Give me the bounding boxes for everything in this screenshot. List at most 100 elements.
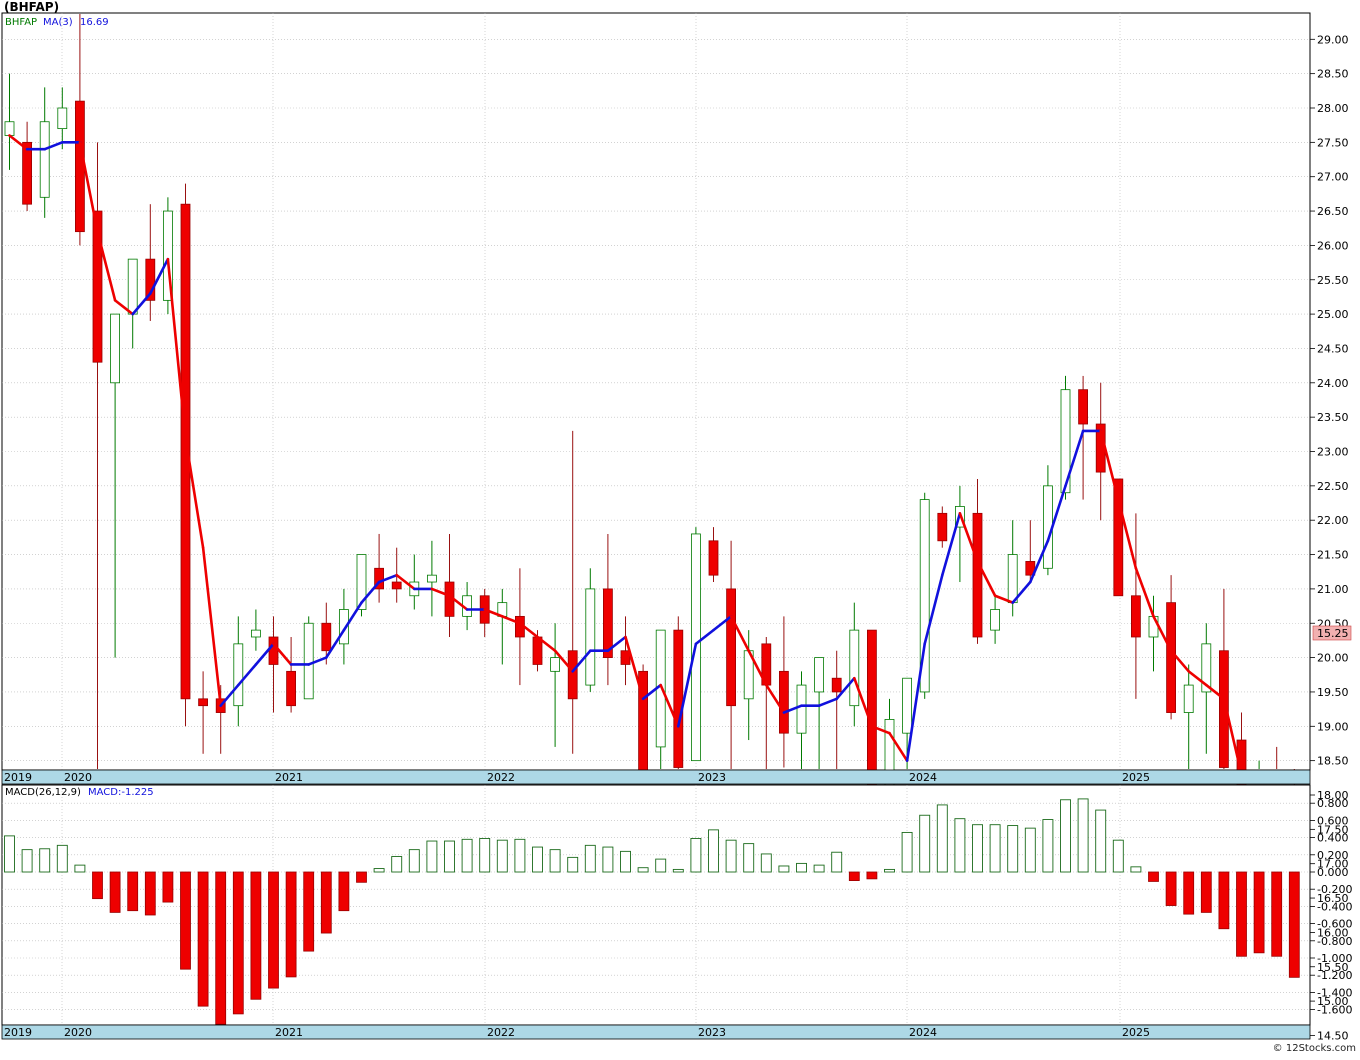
legend-ma-value: 16.69 [80, 17, 109, 28]
macd-bar-positive [496, 839, 508, 873]
macd-bar-positive [1024, 827, 1036, 873]
macd-bar-negative [180, 871, 191, 970]
macd-bar-positive [708, 829, 719, 873]
price-tick-label: 25.50 [1317, 274, 1349, 287]
macd-bar-positive [620, 850, 631, 873]
macd-tick-label: -0.600 [1317, 918, 1352, 931]
macd-bar-positive [760, 853, 772, 873]
macd-bar-positive [426, 840, 438, 873]
macd-bar-negative [92, 871, 103, 900]
candle-body [902, 677, 912, 734]
macd-bar-negative [215, 871, 227, 1025]
stock-chart: (BHFAP) 13.5014.0014.5015.0015.5016.0016… [0, 0, 1360, 1056]
macd-bar-positive [479, 838, 491, 873]
macd-bar-negative [1200, 871, 1212, 913]
price-tick-label: 27.50 [1317, 136, 1349, 149]
macd-year-label: 2024 [909, 1026, 937, 1039]
macd-bar-negative [127, 871, 139, 912]
candle-body [567, 650, 578, 700]
candle-body [972, 512, 983, 638]
macd-bar-positive [4, 835, 15, 873]
macd-bar-negative [1253, 871, 1265, 954]
last-price-label: 15.25 [1317, 627, 1349, 640]
macd-bar-negative [109, 871, 121, 913]
macd-bar-positive [56, 844, 68, 873]
candle-body [268, 636, 279, 665]
macd-bar-negative [1288, 871, 1300, 978]
price-tick-label: 29.00 [1317, 33, 1349, 46]
macd-bar-negative [162, 871, 174, 903]
candle-body [110, 313, 120, 384]
candle-body [726, 588, 736, 707]
price-tick-label: 20.00 [1317, 652, 1349, 665]
macd-bar-positive [831, 851, 843, 873]
macd-bar-positive [954, 818, 966, 873]
chart-root: (BHFAP) 13.5014.0014.5015.0015.5016.0016… [0, 0, 1360, 1060]
macd-tick-label: 0.400 [1317, 832, 1349, 845]
price-year-label: 2025 [1122, 771, 1150, 784]
price-time-axis [1, 769, 1311, 785]
candle-body [796, 684, 807, 734]
candle-body [57, 107, 68, 130]
chart-title: (BHFAP) [4, 0, 59, 14]
candle-body [708, 540, 719, 576]
macd-bar-positive [672, 868, 684, 873]
candle-body [1166, 602, 1176, 713]
price-tick-label: 18.50 [1317, 755, 1349, 768]
candle-body [1183, 684, 1194, 713]
macd-bar-negative [1165, 871, 1177, 906]
candle-body [814, 657, 824, 693]
price-tick-label: 28.00 [1317, 102, 1349, 115]
macd-bar-positive [901, 831, 913, 873]
macd-year-label: 2019 [4, 1026, 32, 1039]
macd-bar-positive [74, 864, 86, 873]
price-legend: BHFAP MA(3) 16.69 [5, 17, 109, 28]
candle-body [1007, 554, 1018, 604]
candle-body [4, 121, 15, 136]
price-tick-label: 24.00 [1317, 377, 1349, 390]
macd-bar-positive [602, 846, 614, 873]
price-year-label: 2024 [909, 771, 937, 784]
macd-bar-positive [637, 867, 649, 873]
macd-bar-positive [778, 865, 790, 873]
price-tick-label: 21.50 [1317, 549, 1349, 562]
macd-bar-negative [1218, 871, 1230, 930]
candle-body [39, 121, 50, 198]
candle-body [1131, 595, 1141, 638]
price-tick-label: 21.00 [1317, 583, 1349, 596]
price-year-label: 2019 [4, 771, 32, 784]
macd-bar-positive [690, 838, 702, 873]
candle-body [673, 629, 684, 768]
price-tick-label: 22.50 [1317, 480, 1349, 493]
macd-bar-negative [303, 871, 315, 952]
macd-bar-negative [285, 871, 297, 978]
macd-bar-negative [338, 871, 350, 912]
price-year-label: 2021 [275, 771, 303, 784]
candle-body [75, 100, 85, 233]
macd-bar-positive [655, 858, 667, 873]
footer-credit: © 12Stocks.com [1273, 1043, 1356, 1054]
price-tick-label: 26.50 [1317, 205, 1349, 218]
candle-body [127, 258, 138, 315]
candle-body [321, 622, 332, 652]
macd-bar-negative [356, 871, 367, 883]
candle-body [1148, 615, 1159, 638]
macd-legend-value: MACD:-1.225 [88, 787, 154, 798]
candle-body [286, 670, 297, 707]
candle-body [391, 581, 402, 590]
candle-body [233, 643, 244, 707]
price-tick-label: 14.50 [1317, 1029, 1349, 1042]
macd-bar-negative [866, 871, 878, 880]
candle-body [550, 657, 560, 672]
price-year-label: 2022 [487, 771, 515, 784]
macd-bar-positive [813, 864, 825, 873]
macd-bar-negative [144, 871, 156, 916]
price-tick-label: 28.50 [1317, 68, 1349, 81]
macd-bar-positive [1077, 798, 1089, 873]
macd-bar-positive [461, 838, 473, 873]
candle-body [849, 629, 860, 707]
price-tick-label: 26.00 [1317, 239, 1349, 252]
macd-bar-positive [549, 849, 561, 873]
price-tick-label: 23.50 [1317, 411, 1349, 424]
macd-tick-label: -0.200 [1317, 883, 1352, 896]
